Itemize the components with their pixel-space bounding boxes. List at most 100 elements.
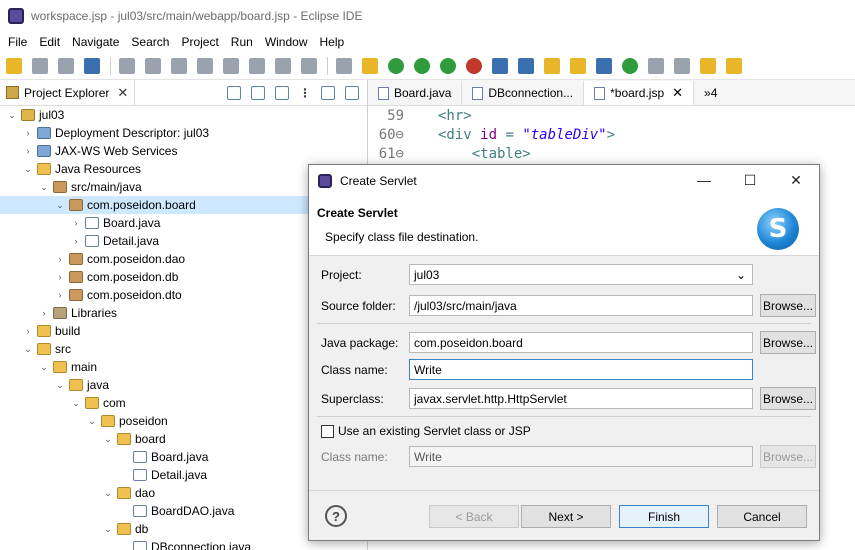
suspend-icon[interactable] <box>171 57 187 74</box>
close-icon[interactable]: ✕ <box>117 85 128 101</box>
open-type-icon[interactable] <box>544 57 560 74</box>
tab-overflow[interactable]: »4 <box>694 81 727 105</box>
forward-icon[interactable] <box>726 57 742 74</box>
chevron-down-icon[interactable]: ⌄ <box>54 380 66 391</box>
chevron-down-icon[interactable]: ⌄ <box>102 434 114 445</box>
menu-edit[interactable]: Edit <box>39 35 60 49</box>
search-icon[interactable] <box>570 57 586 74</box>
line-number: 61⊖ <box>378 145 404 162</box>
chevron-right-icon[interactable]: › <box>22 146 34 156</box>
source-folder-field[interactable]: /jul03/src/main/java <box>409 295 753 316</box>
chevron-right-icon[interactable]: › <box>70 218 82 228</box>
filter-icon[interactable] <box>275 85 289 100</box>
use-existing-label[interactable]: Use an existing Servlet class or JSP <box>338 424 531 438</box>
chevron-right-icon[interactable]: › <box>22 128 34 138</box>
chevron-right-icon[interactable]: › <box>54 254 66 264</box>
menu-run[interactable]: Run <box>231 35 253 49</box>
next-button[interactable]: Next > <box>521 505 611 528</box>
maximize-icon[interactable]: ☐ <box>727 172 773 189</box>
save-icon[interactable] <box>32 57 48 74</box>
java-package-field[interactable]: com.poseidon.board <box>409 332 753 353</box>
debug-icon[interactable] <box>388 57 404 74</box>
drop-to-frame-icon[interactable] <box>336 57 352 74</box>
tab-board-jsp[interactable]: *board.jsp ✕ <box>584 81 695 105</box>
menu-window[interactable]: Window <box>265 35 308 49</box>
step-over-icon[interactable] <box>275 57 291 74</box>
skip-breakpoints-icon[interactable] <box>119 57 135 74</box>
tree-item[interactable]: › Deployment Descriptor: jul03 <box>0 124 368 142</box>
chevron-right-icon[interactable]: › <box>54 290 66 300</box>
save-all-icon[interactable] <box>58 57 74 74</box>
previous-annotation-icon[interactable] <box>674 57 690 74</box>
code-editor[interactable]: 59 <hr> 60⊖ <div id = "tableDiv"> 61⊖ <t… <box>368 106 855 163</box>
class-name-field[interactable]: Write <box>409 359 753 380</box>
cancel-button[interactable]: Cancel <box>717 505 807 528</box>
new-server-icon[interactable] <box>492 57 508 74</box>
menu-project[interactable]: Project <box>181 35 218 49</box>
new-java-class-icon[interactable] <box>518 57 534 74</box>
chevron-right-icon[interactable]: › <box>54 272 66 282</box>
resume-icon[interactable] <box>145 57 161 74</box>
project-select[interactable]: jul03 ⌄ <box>409 264 753 285</box>
step-into-icon[interactable] <box>249 57 265 74</box>
existing-class-value: Write <box>414 449 442 464</box>
chevron-down-icon[interactable]: ⌄ <box>38 182 50 193</box>
menu-file[interactable]: File <box>8 35 27 49</box>
terminal-icon[interactable] <box>84 57 100 74</box>
minimize-icon[interactable] <box>321 85 335 100</box>
menu-help[interactable]: Help <box>320 35 345 49</box>
chevron-down-icon[interactable]: ⌄ <box>86 416 98 427</box>
next-annotation-icon[interactable] <box>648 57 664 74</box>
chevron-right-icon[interactable]: › <box>38 308 50 318</box>
tree-item[interactable]: ⌄ jul03 <box>0 106 368 124</box>
java-package-browse-button[interactable]: Browse... <box>760 331 816 354</box>
external-tools-icon[interactable] <box>466 57 482 74</box>
run-icon[interactable] <box>414 57 430 74</box>
tree-item-label: BoardDAO.java <box>151 504 235 518</box>
editor-tab-bar: Board.java DBconnection... *board.jsp ✕ … <box>368 80 855 106</box>
disconnect-icon[interactable] <box>223 57 239 74</box>
view-menu-icon[interactable]: ⋮ <box>299 86 311 100</box>
source-folder-browse-button[interactable]: Browse... <box>760 294 816 317</box>
chevron-down-icon[interactable]: ⌄ <box>54 200 66 211</box>
menu-search[interactable]: Search <box>131 35 169 49</box>
tab-board-java[interactable]: Board.java <box>368 81 463 105</box>
chevron-down-icon[interactable]: ⌄ <box>22 344 34 355</box>
use-step-filters-icon[interactable] <box>362 57 378 74</box>
chevron-down-icon[interactable]: ⌄ <box>102 524 114 535</box>
finish-button[interactable]: Finish <box>619 505 709 528</box>
maximize-icon[interactable] <box>345 85 359 100</box>
tab-dbconnection[interactable]: DBconnection... <box>462 81 585 105</box>
chevron-down-icon[interactable]: ⌄ <box>22 164 34 175</box>
terminate-icon[interactable] <box>197 57 213 74</box>
use-existing-checkbox[interactable] <box>321 424 334 438</box>
link-with-editor-icon[interactable] <box>251 85 265 100</box>
menu-navigate[interactable]: Navigate <box>72 35 119 49</box>
coverage-icon[interactable] <box>440 57 456 74</box>
back-icon[interactable] <box>700 57 716 74</box>
divider <box>317 323 811 324</box>
new-icon[interactable] <box>6 57 22 74</box>
minimize-icon[interactable]: — <box>681 172 727 189</box>
step-return-icon[interactable] <box>301 57 317 74</box>
globe-icon[interactable] <box>596 57 612 74</box>
superclass-field[interactable]: javax.servlet.http.HttpServlet <box>409 388 753 409</box>
collapse-all-icon[interactable] <box>227 85 241 100</box>
existing-class-label: Class name: <box>321 449 388 464</box>
chevron-down-icon[interactable]: ⌄ <box>102 488 114 499</box>
chevron-right-icon[interactable]: › <box>70 236 82 246</box>
superclass-browse-button[interactable]: Browse... <box>760 387 816 410</box>
tree-item[interactable]: › JAX-WS Web Services <box>0 142 368 160</box>
java-file-icon <box>85 235 99 247</box>
open-task-icon[interactable] <box>622 57 638 74</box>
chevron-down-icon[interactable]: ⌄ <box>6 110 18 121</box>
chevron-down-icon[interactable]: ⌄ <box>38 362 50 373</box>
project-explorer-icon <box>6 86 19 99</box>
dialog-title: Create Servlet <box>340 173 417 188</box>
close-icon[interactable]: ✕ <box>672 85 683 101</box>
chevron-down-icon[interactable]: ⌄ <box>70 398 82 409</box>
close-icon[interactable]: ✕ <box>773 172 819 189</box>
project-explorer-tab[interactable]: Project Explorer ✕ <box>0 79 136 106</box>
help-icon[interactable]: ? <box>325 505 347 527</box>
chevron-right-icon[interactable]: › <box>22 326 34 336</box>
